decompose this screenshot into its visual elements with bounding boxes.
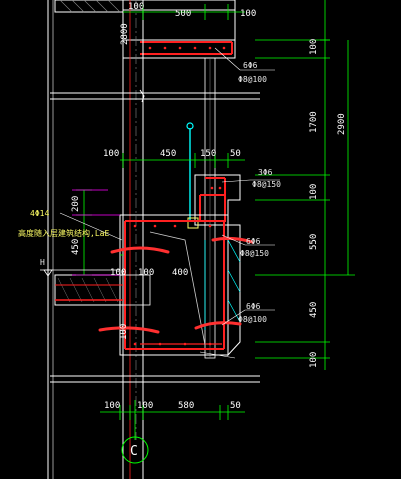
- dim-bot-100a: 100: [104, 401, 120, 411]
- dim-mid-50: 50: [230, 149, 241, 159]
- dim-top-100a: 100: [128, 2, 144, 12]
- rebar-mid-dist: Φ8@150: [252, 180, 281, 189]
- dim-right-100c: 100: [309, 352, 319, 368]
- dim-bot-580: 580: [178, 401, 194, 411]
- dim-mid-150: 150: [200, 149, 216, 159]
- dim-bot-50: 50: [230, 401, 241, 411]
- dim-inner-100c: 100: [119, 324, 129, 340]
- note-left-bar: 4Φ14: [30, 209, 49, 218]
- dim-right-100b: 100: [309, 184, 319, 200]
- lower-box: [119, 214, 241, 359]
- dim-inner-100b: 100: [138, 268, 154, 278]
- dim-mid-100: 100: [103, 149, 119, 159]
- rebar-side-main: 6Φ6: [246, 237, 261, 246]
- axis-label: C: [130, 444, 138, 459]
- dim-top-500: 500: [175, 9, 191, 19]
- note-left-text: 高度随入层建筑结构,LaE: [18, 228, 109, 238]
- dim-left-2800: 2800: [120, 23, 130, 45]
- dim-right-550: 550: [309, 234, 319, 250]
- rebar-bot-main: 6Φ6: [246, 302, 261, 311]
- dim-top-100b: 100: [240, 9, 256, 19]
- level-mark-label: H: [40, 258, 45, 267]
- rebar-bot-dist: Φ8@100: [238, 315, 267, 324]
- middle-beam: [186, 122, 241, 229]
- dim-bot-100b: 100: [137, 401, 153, 411]
- dim-right-100a: 100: [309, 39, 319, 55]
- dim-inner-100a: 100: [110, 268, 126, 278]
- dim-left-200: 200: [71, 196, 81, 212]
- rebar-side-dist: Φ8@150: [240, 249, 269, 258]
- dim-left-450: 450: [71, 239, 81, 255]
- rebar-top-dist: Φ8@100: [238, 75, 267, 84]
- section-drawing: 100 500 100 100 1700 2900 100 550 450 10…: [18, 0, 355, 479]
- dim-right-1700: 1700: [309, 111, 319, 133]
- dim-mid-450: 450: [160, 149, 176, 159]
- column-lines: [47, 0, 144, 479]
- dim-right-2900: 2900: [337, 113, 347, 135]
- dim-inner-400: 400: [172, 268, 188, 278]
- rebar-top-main: 6Φ6: [243, 61, 258, 70]
- rebar-mid-main: 3Φ6: [258, 168, 273, 177]
- dim-right-450: 450: [309, 302, 319, 318]
- rebar-leaders: [59, 47, 280, 326]
